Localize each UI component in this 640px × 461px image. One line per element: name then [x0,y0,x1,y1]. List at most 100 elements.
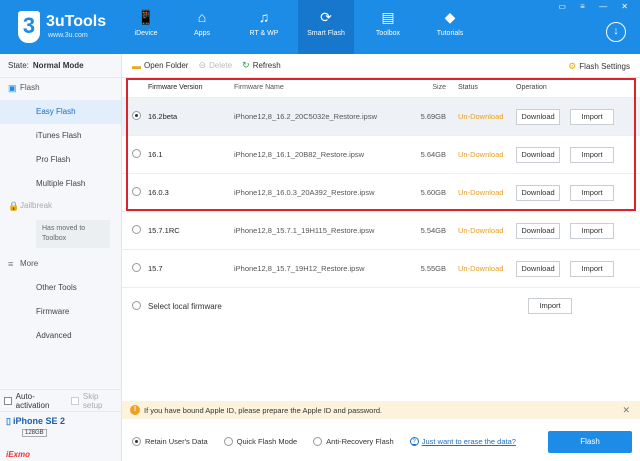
warning-banner: ! If you have bound Apple ID, please pre… [122,401,640,419]
firmware-radio[interactable] [132,225,141,234]
firmware-version: 16.0.3 [148,188,169,197]
top-header: 3 3uTools www.3u.com 📱 iDevice ⌂ Apps ♫ … [0,0,640,54]
erase-data-link[interactable]: ? Just want to erase the data? [409,436,516,446]
nav-label: Tutorials [436,30,464,37]
close-icon[interactable]: ✕ [622,405,630,416]
refresh-icon: ↻ [242,60,250,70]
phone-icon: ▯ [6,416,11,426]
sidebar-item-advanced[interactable]: Advanced [0,324,121,348]
firmware-table: Firmware Version Firmware Name Size Stat… [122,78,640,324]
table-row[interactable]: 16.0.3 iPhone12,8_16.0.3_20A392_Restore.… [122,174,640,212]
download-button[interactable]: Download [516,260,560,277]
header-operation: Operation [516,84,547,91]
app-name: 3uTools [46,13,107,30]
window-controls[interactable]: ▭ ≡ — ✕ [558,2,634,11]
delete-button[interactable]: ⊖ Delete [198,60,232,71]
nav-idevice[interactable]: 📱 iDevice [118,0,174,54]
sidebar-section-flash: ▣ Flash [0,78,121,100]
option-anti-recovery[interactable]: Anti-Recovery Flash [313,436,394,446]
nav-label: Apps [194,30,210,37]
firmware-radio[interactable] [132,149,141,158]
nav-tutorials[interactable]: ◆ Tutorials [422,0,478,54]
header-status: Status [458,84,478,91]
firmware-radio[interactable] [132,187,141,196]
graduation-cap-icon: ◆ [444,9,456,25]
state-label: State: [8,61,29,70]
sidebar-item-itunes-flash[interactable]: iTunes Flash [0,124,121,148]
nav-label: Smart Flash [307,30,345,37]
warning-icon: ! [130,405,140,415]
firmware-size: 5.54GB [420,226,446,235]
warning-text: If you have bound Apple ID, please prepa… [144,405,383,415]
nav-label: Toolbox [375,30,401,37]
local-firmware-radio[interactable] [132,300,141,310]
section-label: Jailbreak [20,201,53,210]
import-button[interactable]: Import [570,108,614,125]
download-button[interactable]: Download [516,222,560,239]
erase-link-label: Just want to erase the data? [421,436,516,446]
firmware-version: 16.1 [148,150,163,159]
option-retain-data[interactable]: Retain User's Data [132,436,208,446]
table-row[interactable]: 16.1 iPhone12,8_16.1_20B82_Restore.ipsw … [122,136,640,174]
sidebar-item-pro-flash[interactable]: Pro Flash [0,148,121,172]
download-button[interactable]: Download [516,108,560,125]
flash-button[interactable]: Flash [548,431,632,453]
option-radio[interactable] [223,436,233,446]
option-label: Anti-Recovery Flash [326,436,394,446]
import-button[interactable]: Import [570,146,614,163]
menu-icon: ≡ [8,259,14,269]
gear-icon: ⚙ [568,61,577,71]
section-label: Flash [20,83,40,92]
firmware-radio[interactable] [132,111,141,120]
local-firmware-row[interactable]: Select local firmware Import [122,288,640,324]
toolbar: ▬ Open Folder ⊖ Delete ↻ Refresh ⚙ Flash… [122,54,640,78]
refresh-button[interactable]: ↻ Refresh [242,60,281,71]
option-radio[interactable] [132,436,141,446]
device-info[interactable]: ▯ iPhone SE 2 128GB iExmo [0,411,122,461]
capacity-badge: 128GB [22,429,47,437]
table-row[interactable]: 15.7.1RC iPhone12,8_15.7.1_19H115_Restor… [122,212,640,250]
sidebar-item-multiple-flash[interactable]: Multiple Flash [0,172,121,196]
flash-section-icon: ▣ [8,83,17,93]
sidebar-item-firmware[interactable]: Firmware [0,300,121,324]
import-button[interactable]: Import [570,222,614,239]
sidebar-item-other-tools[interactable]: Other Tools [0,276,121,300]
import-button[interactable]: Import [570,184,614,201]
help-icon: ? [409,436,419,446]
flash-settings-button[interactable]: ⚙ Flash Settings [568,61,630,72]
download-manager-icon[interactable]: ↓ [606,22,626,42]
import-button[interactable]: Import [570,260,614,277]
option-quick-flash[interactable]: Quick Flash Mode [223,436,297,446]
download-button[interactable]: Download [516,146,560,163]
delete-label: Delete [209,61,233,70]
sidebar-item-easy-flash[interactable]: Easy Flash [0,100,121,124]
firmware-version: 16.2beta [148,112,178,121]
local-import-button[interactable]: Import [528,298,572,314]
app-url: www.3u.com [48,32,88,39]
nav-rt-wp[interactable]: ♫ RT & WP [236,0,292,54]
section-label: More [20,259,39,268]
main-nav: 📱 iDevice ⌂ Apps ♫ RT & WP ⟳ Smart Flash… [118,0,478,54]
firmware-size: 5.69GB [420,112,446,121]
option-radio[interactable] [313,436,323,446]
device-state: State: Normal Mode [0,54,121,78]
nav-apps[interactable]: ⌂ Apps [174,0,230,54]
main-content: ▬ Open Folder ⊖ Delete ↻ Refresh ⚙ Flash… [122,54,640,461]
skip-setup-checkbox[interactable] [71,396,79,405]
table-row[interactable]: 16.2beta iPhone12,8_16.2_20C5032e_Restor… [122,98,640,136]
firmware-name: iPhone12,8_15.7.1_19H115_Restore.ipsw [234,226,375,235]
header-name: Firmware Name [234,84,284,91]
firmware-radio[interactable] [132,263,141,272]
open-folder-button[interactable]: ▬ Open Folder [132,61,188,71]
nav-toolbox[interactable]: ▤ Toolbox [360,0,416,54]
device-name: ▯ iPhone SE 2 [6,416,65,426]
download-button[interactable]: Download [516,184,560,201]
firmware-version: 15.7.1RC [148,226,180,235]
flash-footer: Retain User's Data Quick Flash Mode Anti… [122,421,640,461]
toolbox-icon: ▤ [381,9,395,25]
firmware-status: Un-Download [458,112,504,121]
auto-activation-checkbox[interactable] [4,396,12,405]
table-row[interactable]: 15.7 iPhone12,8_15.7_19H12_Restore.ipsw … [122,250,640,288]
refresh-label: Refresh [252,61,281,70]
nav-smart-flash[interactable]: ⟳ Smart Flash [298,0,354,54]
